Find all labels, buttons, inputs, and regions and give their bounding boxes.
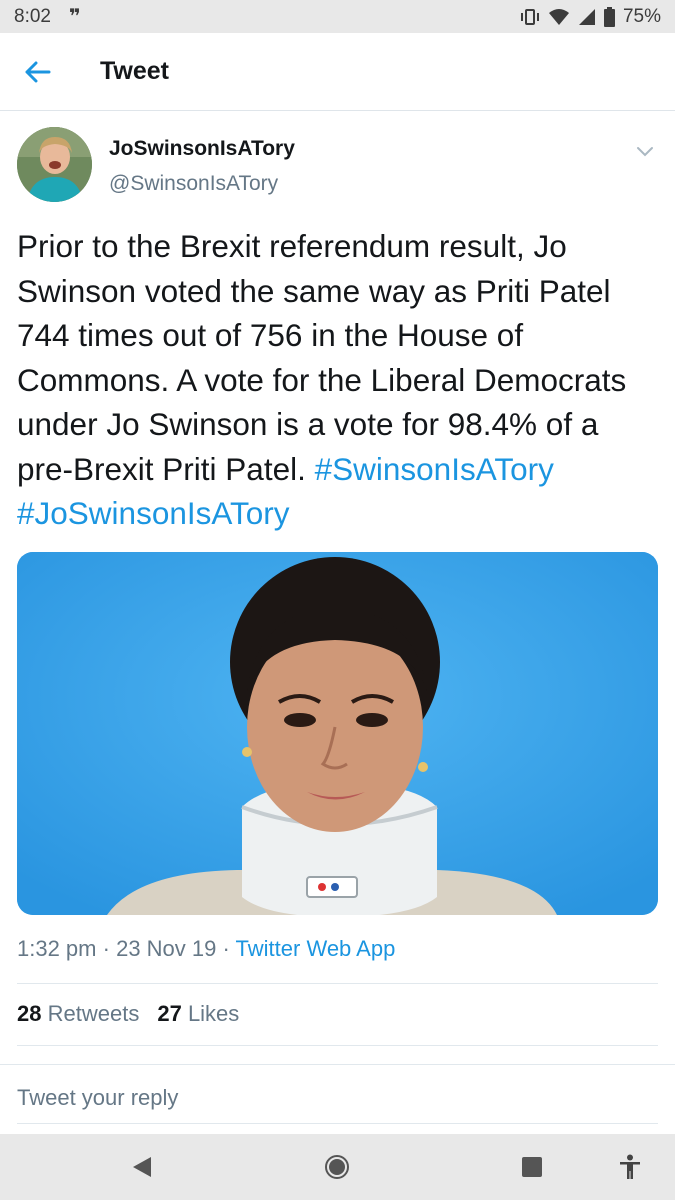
nav-recents-button[interactable] [517, 1152, 547, 1182]
notification-icon: ❞ [68, 6, 81, 28]
tweet-text: Prior to the Brexit referendum result, J… [17, 224, 658, 536]
tweet-time: 1:32 pm [17, 936, 97, 961]
avatar-image [17, 127, 92, 202]
nav-home-button[interactable] [322, 1152, 352, 1182]
hashtag-link[interactable]: #SwinsonIsATory [315, 451, 554, 487]
meta-separator: · [102, 936, 117, 961]
back-triangle-icon [133, 1157, 151, 1177]
divider [17, 983, 658, 984]
tweet-source-link[interactable]: Twitter Web App [236, 936, 396, 961]
meta-separator: · [222, 936, 236, 961]
vibrate-icon [520, 8, 539, 25]
status-bar: 8:02 ❞ 75% [0, 0, 675, 33]
photo-image [17, 552, 658, 915]
likes-count[interactable]: 27 Likes [157, 1001, 239, 1027]
tweet-media-photo[interactable] [17, 552, 658, 915]
tweet-date: 23 Nov 19 [116, 936, 217, 961]
back-button[interactable] [0, 33, 76, 111]
accessibility-icon [620, 1154, 640, 1179]
tweet-stats: 28 Retweets 27 Likes [17, 1001, 239, 1027]
tweet-meta: 1:32 pm · 23 Nov 19 · Twitter Web App [17, 936, 395, 962]
arrow-left-icon [25, 61, 51, 82]
user-handle[interactable]: @SwinsonIsATory [109, 172, 278, 196]
chevron-down-icon[interactable] [632, 141, 658, 161]
divider [17, 1045, 658, 1046]
retweets-label: Retweets [47, 1001, 140, 1026]
likes-label: Likes [187, 1001, 240, 1026]
avatar[interactable] [17, 127, 92, 202]
wifi-icon [548, 8, 569, 25]
reply-input[interactable]: Tweet your reply [17, 1085, 658, 1124]
tweet-author: JoSwinsonIsATory @SwinsonIsATory [17, 127, 658, 205]
status-icons: 75% [520, 6, 661, 28]
system-nav-bar [0, 1134, 675, 1200]
signal-icon [578, 8, 595, 25]
app-header: Tweet [0, 33, 675, 111]
tweet-body: Prior to the Brexit referendum result, J… [17, 228, 627, 487]
nav-back-button[interactable] [127, 1152, 157, 1182]
likes-number: 27 [157, 1001, 182, 1026]
retweets-number: 28 [17, 1001, 42, 1026]
battery-icon [603, 6, 615, 27]
retweets-count[interactable]: 28 Retweets [17, 1001, 139, 1027]
battery-percent: 75% [622, 5, 661, 27]
hashtag-link[interactable]: #JoSwinsonIsATory [17, 495, 290, 531]
display-name[interactable]: JoSwinsonIsATory [109, 137, 295, 161]
home-circle-icon [325, 1155, 349, 1179]
page-title: Tweet [100, 57, 169, 85]
recents-square-icon [522, 1157, 542, 1177]
nav-accessibility-button[interactable] [615, 1152, 645, 1182]
status-time: 8:02 [14, 5, 51, 27]
